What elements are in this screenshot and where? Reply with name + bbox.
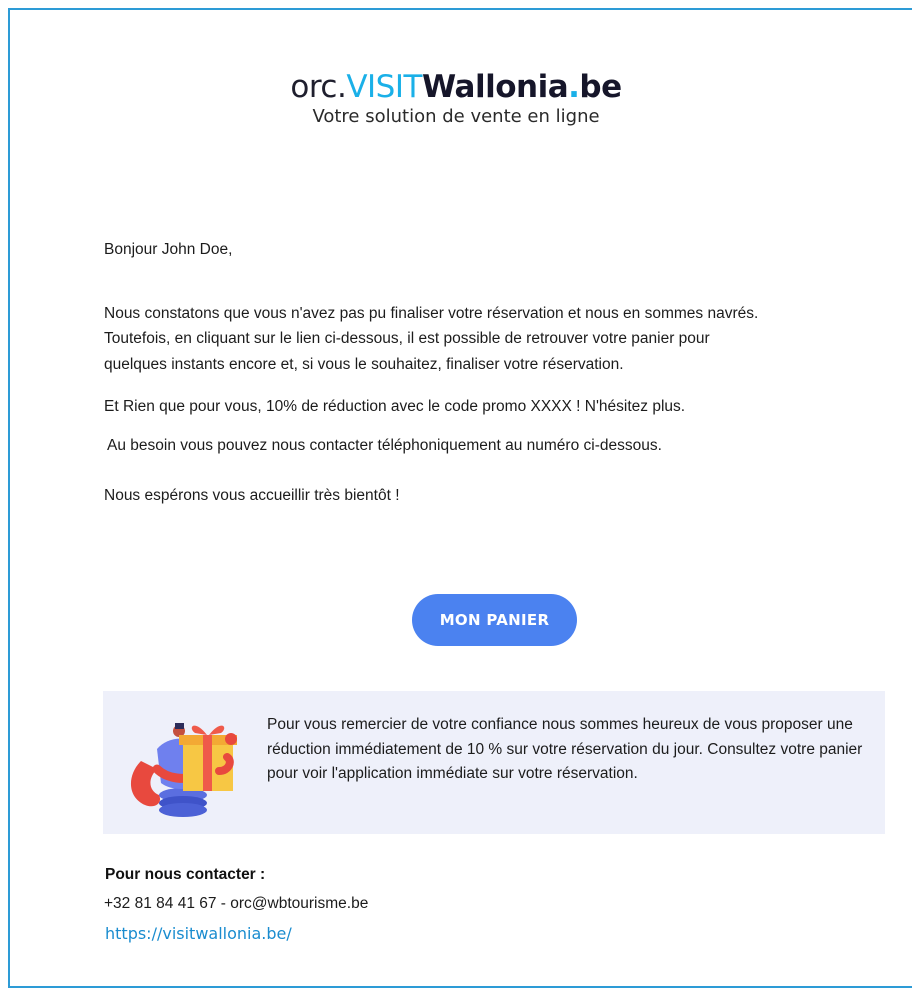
promo-box: Pour vous remercier de votre confiance n… [103, 691, 885, 834]
logo-wordmark: orc.VISITWallonia.be [0, 72, 912, 103]
logo-orc: orc. [290, 69, 347, 105]
paragraph-closing: Nous espérons vous accueillir très bient… [104, 487, 400, 504]
logo-wallonia: Wallonia [421, 69, 569, 105]
contact-heading: Pour nous contacter : [105, 866, 266, 883]
paragraph-1-line-1: Nous constatons que vous n'avez pas pu f… [104, 305, 759, 322]
paragraph-1-line-3: quelques instants encore et, si vous le … [104, 356, 624, 373]
paragraph-contact-info: Au besoin vous pouvez nous contacter tél… [107, 437, 662, 454]
paragraph-promo-code: Et Rien que pour vous, 10% de réduction … [104, 398, 686, 415]
promo-text: Pour vous remercier de votre confiance n… [267, 716, 863, 782]
logo-dot: . [568, 69, 580, 105]
greeting: Bonjour John Doe, [104, 241, 233, 258]
brand-logo: orc.VISITWallonia.be Votre solution de v… [0, 72, 912, 126]
paragraph-1-line-2: Toutefois, en cliquant sur le lien ci-de… [104, 330, 710, 347]
contact-phone-email: +32 81 84 41 67 - orc@wbtourisme.be [104, 895, 369, 912]
logo-tagline: Votre solution de vente en ligne [312, 106, 600, 127]
gift-person-icon [130, 723, 237, 817]
logo-be: be [579, 69, 622, 105]
website-link[interactable]: https://visitwallonia.be/ [105, 924, 292, 943]
logo-visit: VISIT [346, 69, 422, 105]
mon-panier-button[interactable]: MON PANIER [412, 594, 577, 646]
